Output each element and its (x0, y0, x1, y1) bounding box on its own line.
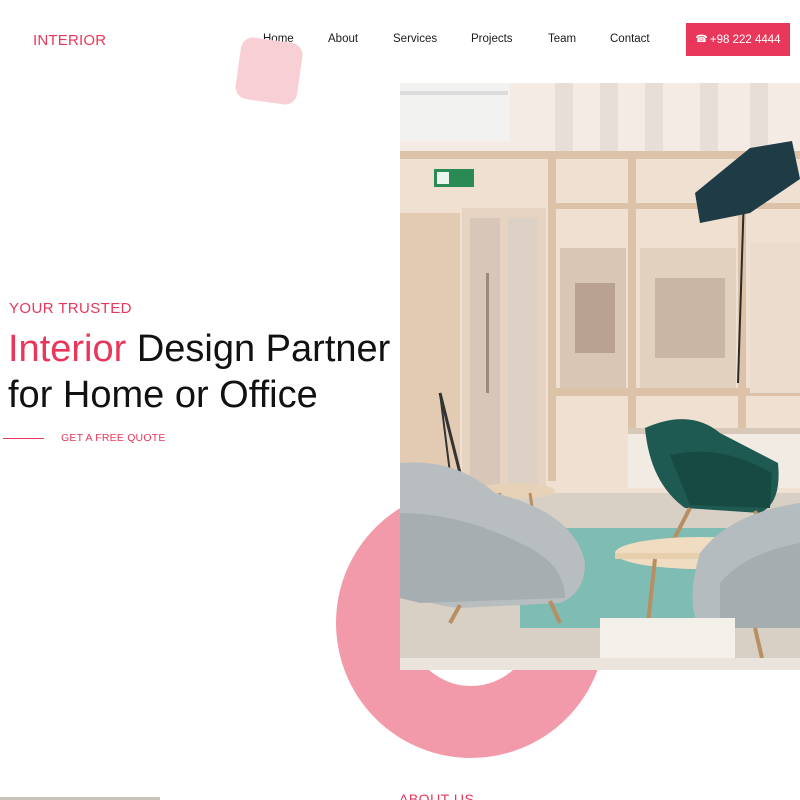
main-nav: Home About Services Projects Team Contac… (0, 33, 800, 49)
headline-line1: Design Partner (126, 328, 391, 370)
phone-number: +98 222 4444 (709, 33, 781, 46)
phone-icon: ☎ (695, 34, 708, 45)
hero-headline: Interior Design Partner for Home or Offi… (8, 326, 390, 418)
headline-line2: for Home or Office (8, 374, 318, 416)
free-quote-link[interactable]: GET A FREE QUOTE (61, 432, 166, 444)
about-section-title: ABOUT US (399, 791, 475, 800)
cta-line (3, 438, 44, 439)
headline-accent: Interior (8, 328, 127, 370)
nav-item-contact[interactable]: Contact (610, 33, 650, 45)
nav-item-projects[interactable]: Projects (471, 33, 513, 45)
nav-item-services[interactable]: Services (393, 33, 437, 45)
nav-item-team[interactable]: Team (548, 33, 576, 45)
hero-image (400, 83, 800, 670)
nav-item-about[interactable]: About (328, 33, 358, 45)
hero-eyebrow: YOUR TRUSTED (9, 300, 132, 317)
decorative-square (233, 35, 305, 107)
phone-button[interactable]: ☎ +98 222 4444 (686, 23, 790, 56)
